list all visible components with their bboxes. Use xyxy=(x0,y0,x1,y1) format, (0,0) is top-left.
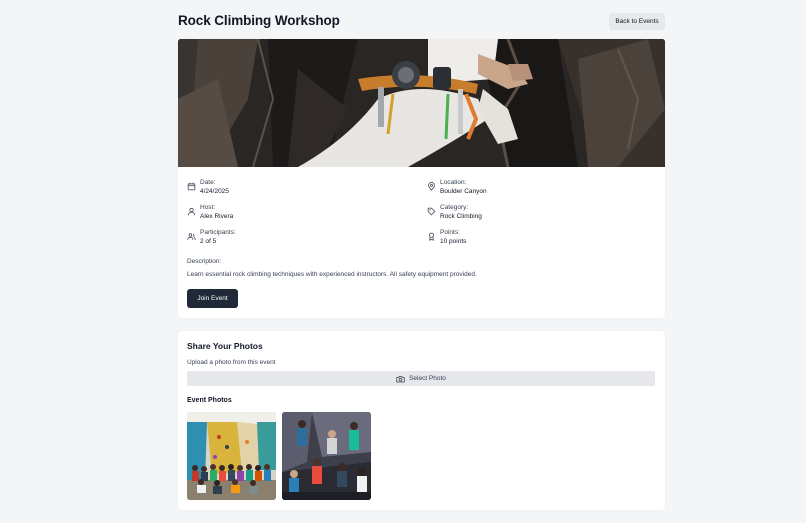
host-value: Alex Rivera xyxy=(200,213,234,220)
event-page: Rock Climbing Workshop Back to Events Da… xyxy=(178,0,665,510)
location-value: Boulder Canyon xyxy=(440,188,487,195)
camera-icon xyxy=(396,375,405,382)
description-text: Learn essential rock climbing techniques… xyxy=(187,271,477,278)
event-photos-title: Event Photos xyxy=(187,397,232,404)
date-value: 4/24/2025 xyxy=(200,188,229,195)
host-label: Host: xyxy=(200,204,216,211)
map-pin-icon xyxy=(427,182,436,191)
upload-hint: Upload a photo from this event xyxy=(187,359,276,366)
date-label: Date: xyxy=(200,179,216,186)
category-value: Rock Climbing xyxy=(440,213,482,220)
event-photo-1[interactable] xyxy=(187,412,276,500)
user-icon xyxy=(187,207,196,216)
location-label: Location: xyxy=(440,179,467,186)
share-photos-title: Share Your Photos xyxy=(187,341,263,351)
event-photo-2[interactable] xyxy=(282,412,371,500)
event-host: Host: Alex Rivera xyxy=(187,203,233,221)
points-value: 10 points xyxy=(440,238,467,245)
award-icon xyxy=(427,232,436,241)
join-event-button[interactable]: Join Event xyxy=(187,289,238,308)
points-label: Points: xyxy=(440,229,460,236)
users-icon xyxy=(187,232,196,241)
participants-value: 2 of 5 xyxy=(200,238,217,245)
event-location: Location: Boulder Canyon xyxy=(427,178,487,196)
participants-label: Participants: xyxy=(200,229,236,236)
share-photos-card: Share Your Photos Upload a photo from th… xyxy=(178,331,665,510)
event-points: Points: 10 points xyxy=(427,228,466,246)
event-category: Category: Rock Climbing xyxy=(427,203,482,221)
event-date: Date: 4/24/2025 xyxy=(187,178,229,196)
select-photo-button[interactable]: Select Photo xyxy=(187,371,655,386)
select-photo-label: Select Photo xyxy=(409,375,446,382)
page-title: Rock Climbing Workshop xyxy=(178,13,340,28)
event-participants: Participants: 2 of 5 xyxy=(187,228,236,246)
event-details-card: Date: 4/24/2025 Location: Boulder Canyon… xyxy=(178,39,665,318)
back-to-events-button[interactable]: Back to Events xyxy=(609,13,665,30)
page-header: Rock Climbing Workshop Back to Events xyxy=(178,0,665,40)
description-label: Description: xyxy=(187,258,222,265)
calendar-icon xyxy=(187,182,196,191)
tag-icon xyxy=(427,207,436,216)
category-label: Category: xyxy=(440,204,469,211)
event-hero-image xyxy=(178,39,665,167)
